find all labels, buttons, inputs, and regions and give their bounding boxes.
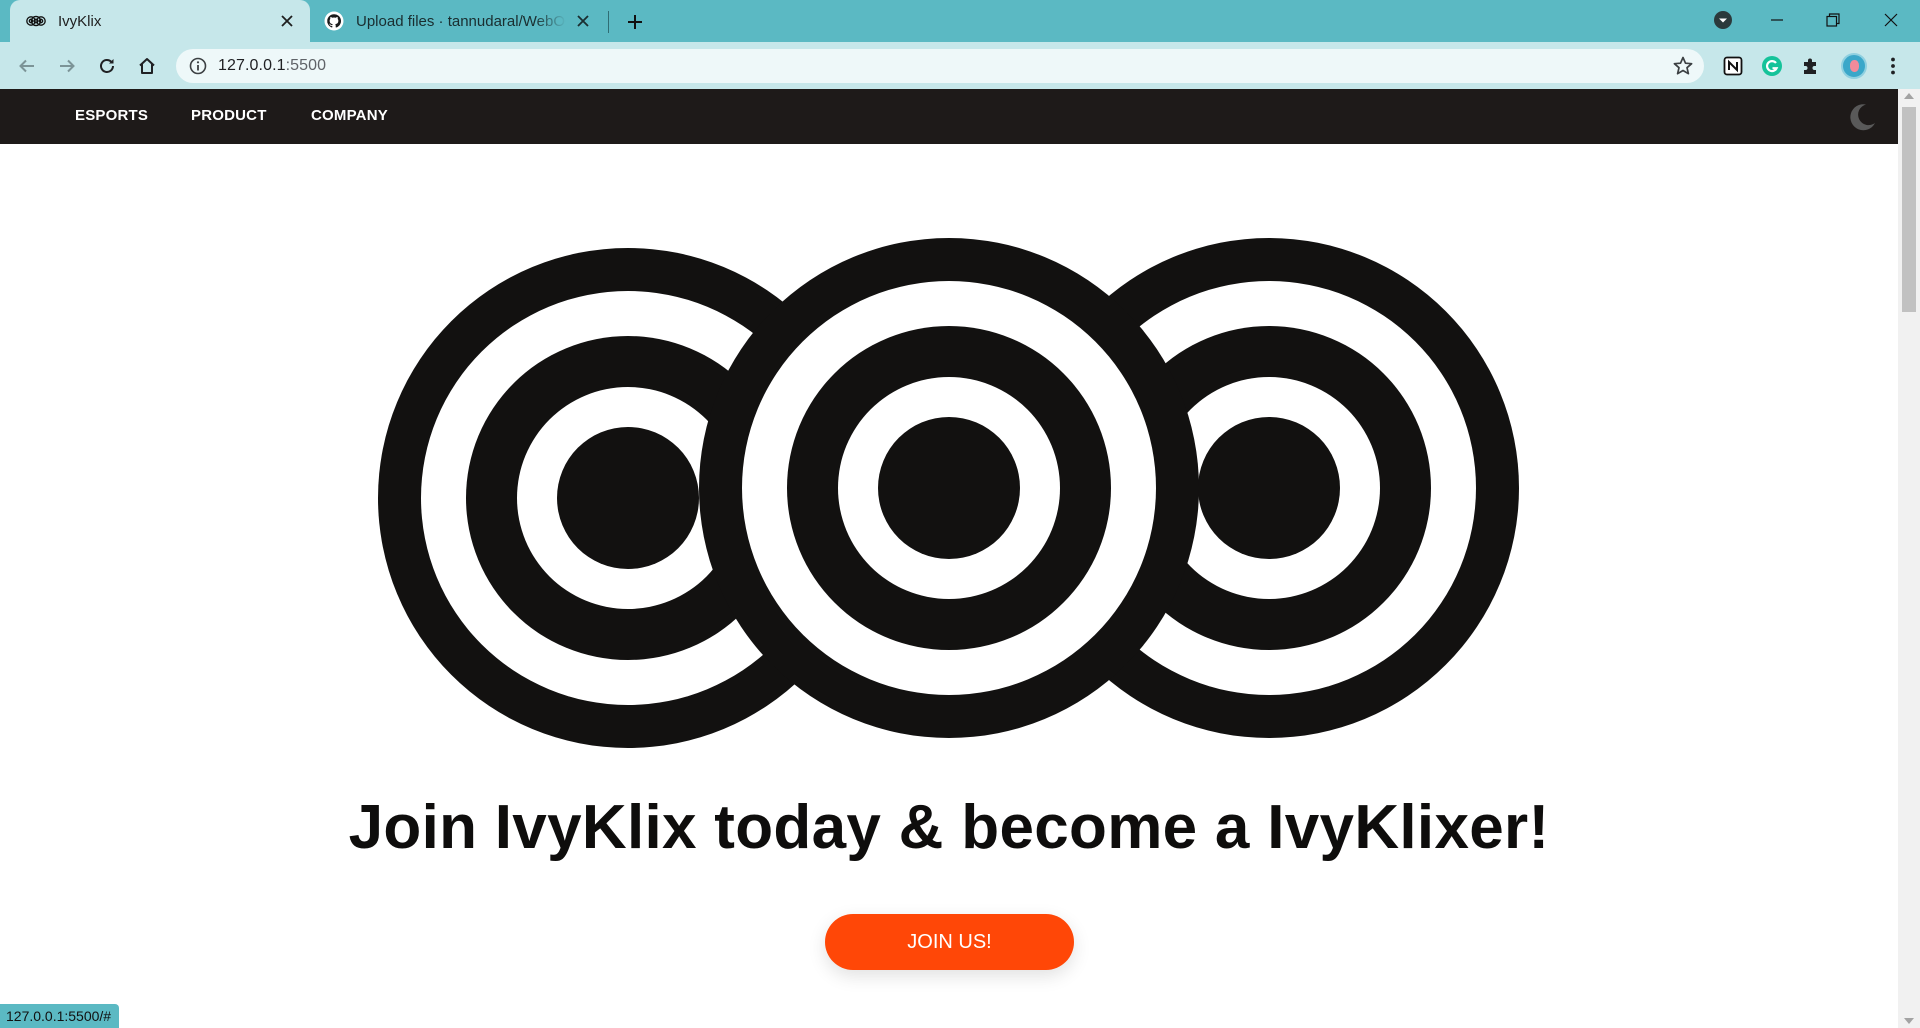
nav-link-esports[interactable]: ESPORTS [75, 107, 148, 124]
tab-title: Upload files · tannudaral/WebOC [356, 12, 566, 30]
link-status-bubble: 127.0.0.1:5500/# [0, 1004, 120, 1028]
grammarly-extension-icon[interactable] [1760, 54, 1784, 78]
browser-toolbar: 127.0.0.1:5500 [0, 42, 1920, 89]
address-bar[interactable]: 127.0.0.1:5500 [176, 49, 1704, 83]
forward-button[interactable] [53, 52, 81, 80]
page-scrollbar[interactable] [1898, 89, 1920, 1028]
chevron-down-circle-icon [1714, 11, 1732, 29]
grammarly-logo-icon [1762, 56, 1782, 76]
info-icon[interactable] [188, 56, 208, 76]
notion-logo-icon [1723, 56, 1743, 76]
tab-strip: IvyKlix Upload files · tannudaral/WebOC [0, 0, 1920, 42]
tab-close-icon[interactable] [574, 12, 592, 30]
reload-icon [100, 59, 114, 73]
nav-link-product[interactable]: PRODUCT [191, 107, 267, 124]
bookmark-star-icon[interactable] [1672, 55, 1694, 77]
minimize-button[interactable] [1754, 0, 1800, 40]
scroll-up-arrow-icon[interactable] [1904, 93, 1914, 99]
ivyklix-logo [378, 238, 1519, 748]
restore-button[interactable] [1810, 0, 1856, 40]
plus-icon [628, 15, 642, 29]
tab-ivyklix[interactable]: IvyKlix [10, 0, 310, 42]
puzzle-icon [1804, 58, 1816, 74]
minimize-icon [1771, 19, 1783, 21]
tab-github-upload[interactable]: Upload files · tannudaral/WebOC [314, 0, 604, 42]
home-icon [139, 58, 155, 74]
logo-circle-center [699, 238, 1199, 738]
site-navbar: ESPORTS PRODUCT COMPANY [0, 89, 1898, 144]
tab-title: IvyKlix [58, 12, 102, 30]
arrow-left-icon [19, 59, 34, 73]
home-button[interactable] [133, 52, 161, 80]
window-close-button[interactable] [1868, 0, 1914, 40]
scroll-down-arrow-icon[interactable] [1904, 1018, 1914, 1024]
scrollbar-thumb[interactable] [1902, 107, 1916, 312]
arrow-right-icon [60, 59, 75, 73]
close-icon [1884, 13, 1898, 27]
tab-search-button[interactable] [1700, 0, 1746, 40]
github-icon [324, 11, 344, 31]
join-us-button[interactable]: JOIN US! [825, 914, 1074, 970]
profile-avatar[interactable] [1841, 53, 1867, 79]
url-port: :5500 [285, 57, 327, 74]
url-host: 127.0.0.1 [218, 57, 286, 74]
ivyklix-favicon-icon [26, 15, 46, 27]
reload-button[interactable] [93, 52, 121, 80]
back-button[interactable] [13, 52, 41, 80]
browser-menu-button[interactable] [1881, 54, 1905, 78]
browser-window: IvyKlix Upload files · tannudaral/WebOC [0, 0, 1920, 1028]
notion-extension-icon[interactable] [1721, 54, 1745, 78]
page-viewport: ESPORTS PRODUCT COMPANY Join IvyKlix tod… [0, 89, 1898, 1028]
tab-separator [608, 11, 609, 33]
new-tab-button[interactable] [622, 9, 648, 35]
restore-icon [1826, 13, 1840, 27]
tab-close-icon[interactable] [278, 12, 296, 30]
kebab-menu-icon [1891, 57, 1895, 75]
nav-link-company[interactable]: COMPANY [311, 107, 388, 124]
hero-headline: Join IvyKlix today & become a IvyKlixer! [348, 793, 1550, 862]
extensions-button[interactable] [1799, 54, 1823, 78]
url-text[interactable]: 127.0.0.1:5500 [218, 57, 326, 75]
moon-icon[interactable] [1846, 101, 1878, 133]
